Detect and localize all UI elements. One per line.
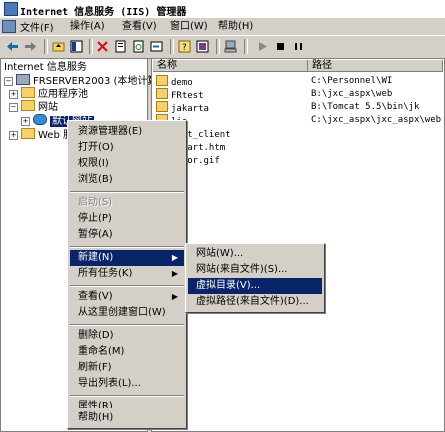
expand-icon[interactable]: +: [9, 90, 18, 99]
menu-new[interactable]: 新建(N) ▶: [70, 250, 184, 266]
delete-icon[interactable]: [96, 40, 109, 53]
folder-icon: [21, 128, 35, 139]
item-name: demo: [171, 78, 193, 88]
item-path: B:\jxc_aspx\web: [311, 89, 393, 99]
item-name: FRtest: [171, 91, 204, 101]
menu-file-label: 文件(F): [20, 23, 54, 34]
list-item[interactable]: FRtest B:\jxc_aspx\web: [156, 88, 392, 101]
menu-refresh[interactable]: 刷新(F): [70, 360, 184, 376]
submenu-arrow-icon: ▶: [171, 269, 178, 278]
menu-explorer[interactable]: 资源管理器(E): [70, 124, 184, 140]
menu-rename[interactable]: 重命名(M): [70, 344, 184, 360]
refresh-icon[interactable]: [132, 40, 145, 53]
collapse-icon[interactable]: −: [4, 77, 13, 86]
list-item[interactable]: jakarta B:\Tomcat 5.5\bin\jk: [156, 101, 419, 114]
submenu-arrow-icon: ▶: [171, 292, 178, 301]
menu-open[interactable]: 打开(O): [70, 140, 184, 156]
menu-window[interactable]: 窗口(W): [170, 20, 208, 34]
tree-websites[interactable]: − 网站: [9, 100, 58, 113]
item-path: B:\Tomcat 5.5\bin\jk: [311, 102, 420, 112]
properties-icon[interactable]: [114, 40, 127, 53]
menu-help[interactable]: 帮助(H): [70, 410, 184, 426]
column-header-name[interactable]: 名称: [153, 60, 308, 72]
back-icon[interactable]: [6, 40, 19, 53]
menu-action[interactable]: 操作(A): [70, 20, 105, 34]
tree-websites-label: 网站: [38, 102, 58, 113]
menu-pause[interactable]: 暂停(A): [70, 227, 184, 243]
iis-app-icon: [4, 2, 18, 16]
virtual-dir-icon: [156, 101, 168, 112]
tree-apppool-label: 应用程序池: [38, 89, 88, 100]
menu-view-label: 查看(V): [78, 291, 113, 302]
mmc-window-icon: [2, 20, 16, 33]
context-menu-tail: 帮助(H): [67, 408, 187, 429]
menu-delete[interactable]: 删除(D): [70, 328, 184, 344]
menu-permissions[interactable]: 权限(I): [70, 156, 184, 172]
item-path: C:\Personnel\WI: [311, 76, 393, 86]
tree-root[interactable]: Internet 信息服务: [4, 61, 87, 74]
virtual-dir-icon: [156, 75, 168, 86]
menu-file[interactable]: 文件(F): [2, 20, 54, 34]
new-submenu: 网站(W)... 网站(来自文件)(S)... 虚拟目录(V)... 虚拟路径(…: [185, 243, 325, 313]
help-icon[interactable]: ?: [178, 40, 191, 53]
pause-icon[interactable]: [292, 40, 305, 53]
menu-start: 启动(S): [78, 197, 113, 208]
menu-bar: 文件(F) 操作(A) 查看(V) 窗口(W) 帮助(H): [0, 17, 445, 36]
context-menu: 资源管理器(E) 打开(O) 权限(I) 浏览(B) 启动(S) 停止(P) 暂…: [67, 120, 187, 428]
collapse-icon[interactable]: −: [9, 103, 18, 112]
window-title: Internet 信息服务 (IIS) 管理器: [20, 7, 187, 18]
submenu-arrow-icon: ▶: [171, 253, 178, 262]
toolbar: ?: [0, 35, 445, 59]
svg-text:?: ?: [182, 43, 187, 53]
expand-icon[interactable]: +: [9, 131, 18, 140]
server-icon: [16, 74, 30, 85]
item-path: C:\jxc_aspx\jxc_aspx\web: [311, 115, 442, 125]
stop-icon[interactable]: [274, 40, 287, 53]
submenu-website-from-file[interactable]: 网站(来自文件)(S)...: [188, 262, 322, 278]
tree-apppool[interactable]: + 应用程序池: [9, 87, 88, 100]
item-name: jakarta: [171, 104, 209, 114]
computer-icon[interactable]: [224, 40, 237, 53]
console-tree-icon[interactable]: [196, 40, 209, 53]
menu-new-label: 新建(N): [78, 252, 114, 263]
start-icon[interactable]: [256, 40, 269, 53]
menu-view[interactable]: 查看(V): [122, 20, 157, 34]
menu-new-window[interactable]: 从这里创建窗口(W): [70, 305, 184, 321]
tree-server[interactable]: − FRSERVER2003 (本地计算机): [4, 74, 171, 87]
virtual-dir-icon: [156, 88, 168, 99]
globe-icon: [33, 114, 47, 125]
export-list-icon[interactable]: [150, 40, 163, 53]
menu-view[interactable]: 查看(V) ▶: [70, 289, 184, 305]
title-bar: Internet 信息服务 (IIS) 管理器: [0, 0, 445, 18]
menu-browse[interactable]: 浏览(B): [70, 172, 184, 188]
menu-export[interactable]: 导出列表(L)...: [70, 376, 184, 392]
submenu-virtual-dir[interactable]: 虚拟目录(V)...: [188, 278, 322, 294]
list-item[interactable]: demo C:\Personnel\WI: [156, 75, 392, 88]
menu-stop[interactable]: 停止(P): [70, 211, 184, 227]
column-header-path[interactable]: 路径: [308, 60, 443, 72]
menu-help[interactable]: 帮助(H): [218, 20, 253, 34]
menu-all-tasks-label: 所有任务(K): [78, 268, 133, 279]
tree-web-ext[interactable]: + Web 服: [9, 128, 73, 141]
submenu-website[interactable]: 网站(W)...: [188, 246, 322, 262]
forward-icon[interactable]: [24, 40, 37, 53]
folder-icon: [21, 100, 35, 111]
up-one-level-icon[interactable]: [52, 40, 65, 53]
show-hide-tree-icon[interactable]: [70, 40, 83, 53]
submenu-virtual-dir-from-file[interactable]: 虚拟路径(来自文件)(D)...: [188, 294, 322, 310]
expand-icon[interactable]: +: [21, 117, 30, 126]
menu-all-tasks[interactable]: 所有任务(K) ▶: [70, 266, 184, 282]
folder-icon: [21, 87, 35, 98]
